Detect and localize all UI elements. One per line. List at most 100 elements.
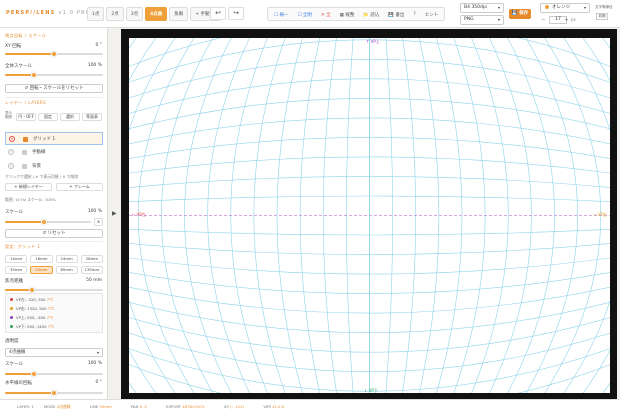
grid-line-vertical — [402, 38, 417, 393]
scale2-stepper[interactable]: ± — [94, 218, 103, 226]
decrement-button[interactable]: − — [540, 16, 547, 24]
layer-tool-button[interactable]: 円・OFF — [16, 113, 36, 121]
scale2-slider[interactable] — [5, 219, 91, 225]
focal-label: 焦点距離 — [5, 279, 23, 284]
mode-tab[interactable]: 1点 — [87, 7, 105, 21]
horizon-slider[interactable] — [5, 390, 103, 396]
save-button[interactable]: 💾 保存 — [509, 9, 531, 19]
frame-button[interactable]: + フレーム — [56, 183, 103, 191]
drawing-canvas[interactable]: ↑ VP上 ← VP左 → VP右 ↓ VP下 — [129, 38, 610, 393]
reset-button[interactable]: ↺ リセット — [5, 229, 103, 238]
status-pan: PAN 0, 0 — [130, 404, 147, 409]
scale-label: 全体スケール — [5, 64, 32, 69]
vp-right-label: → VP右 — [593, 212, 607, 217]
reset-rotate-button[interactable]: ↺ 回転・スケールをリセット — [5, 84, 103, 93]
layer-item[interactable]: ✕ グリッド 1 — [5, 132, 103, 145]
zoom-preset-button[interactable]: 14mm — [5, 255, 28, 263]
rotate-slider[interactable] — [5, 51, 103, 57]
status-export: EXPORT 4878×3472 — [166, 404, 205, 409]
mode-select[interactable]: 4点曲線 ▾ — [5, 348, 103, 357]
collapse-handle-icon[interactable]: ▶ — [112, 210, 117, 217]
toolbar-button[interactable]: 💾 書出 — [384, 8, 408, 20]
scale3-value: 100 % — [87, 361, 102, 366]
undo-button[interactable]: ↩ — [210, 7, 226, 20]
new-layer-button[interactable]: + 新規レイヤー — [5, 183, 52, 191]
layer-tool-button[interactable]: 選択 — [60, 113, 80, 121]
eye-icon[interactable]: ✕ — [8, 149, 14, 155]
toolbar-button[interactable]: ☐ 全明 — [293, 8, 315, 20]
chevron-down-icon: ▾ — [497, 17, 500, 22]
point-color-icon — [10, 298, 13, 301]
range-text: 範囲: 10 Hz スケール: 100% — [5, 197, 56, 202]
zoom-preset-button[interactable]: 18mm — [30, 255, 53, 263]
zoom-preset-button[interactable]: 28mm — [80, 255, 103, 263]
layer-name: 背景 — [32, 164, 41, 169]
status-xy: XY (-, 122) — [223, 404, 245, 409]
toolbar-button[interactable]: ? — [409, 8, 419, 20]
scale3-slider[interactable] — [5, 371, 103, 377]
status-line: LINE 50mm — [89, 404, 112, 409]
chevron-down-icon: ▾ — [583, 5, 586, 10]
zoom-presets: 14mm 18mm 24mm 28mm 35mm 50mm 85mm 135mm — [5, 255, 103, 274]
layer-item[interactable]: ✕ 背景 — [5, 160, 103, 173]
opacity-label: 透明度 — [5, 339, 19, 344]
layer-item[interactable]: ✕ 手動線 — [5, 146, 103, 159]
vanishing-point-item[interactable]: VP下: 500, 1400 7℃ — [10, 324, 54, 330]
grid-line-vertical — [138, 38, 195, 393]
focal-value: 50 mm — [86, 278, 102, 283]
vanishing-point-item[interactable]: VP左: -320, 500 7℃ — [10, 297, 53, 303]
section-layers-title: レイヤー / LAYERS — [5, 100, 47, 105]
layer-name: グリッド 1 — [33, 137, 56, 142]
toolbar-button[interactable]: 📁 読込 — [359, 8, 383, 20]
layer-tool-button[interactable]: 固定 — [38, 113, 58, 121]
size-label: 文字等線径 — [595, 5, 613, 9]
vp-top-label: ↑ VP上 — [366, 39, 380, 44]
rotate-label: XY 回転 — [5, 44, 22, 49]
scale2-value: 100 % — [87, 209, 102, 214]
app-logo: PERSP//LENS v1.0 PRO — [6, 10, 91, 16]
color-swatch-icon — [545, 5, 549, 9]
zoom-preset-button[interactable]: 135mm — [80, 266, 103, 274]
toolbar-button[interactable]: ☐ 線一 — [270, 8, 292, 20]
paper-size-select[interactable]: B4 350dpi ▾ — [460, 3, 504, 13]
section-grid-title: 設定: グリッド 1 — [5, 244, 41, 249]
zoom-preset-button[interactable]: 50mm — [30, 266, 53, 274]
redo-button[interactable]: ↪ — [228, 7, 244, 20]
mode-tab[interactable]: 魚眼 — [169, 7, 189, 21]
scale2-label: スケール — [5, 210, 23, 215]
point-color-icon — [10, 325, 13, 328]
format-select[interactable]: PNG ▾ — [460, 15, 504, 25]
layer-icon — [22, 150, 27, 155]
zoom-preset-button[interactable]: 35mm — [5, 266, 28, 274]
size-reset-button[interactable]: 初期 — [596, 13, 608, 20]
zoom-preset-button[interactable]: 85mm — [55, 266, 78, 274]
unit-label: px — [571, 17, 576, 22]
mode-tab[interactable]: 2点 — [106, 7, 124, 21]
vanishing-point-item[interactable]: VP上: 500, -400 7℃ — [10, 315, 53, 321]
zoom-preset-button[interactable]: 24mm — [55, 255, 78, 263]
scale-slider[interactable] — [5, 72, 103, 78]
mode-tab[interactable]: 4点曲 — [145, 7, 168, 21]
vanishing-point-item[interactable]: VP右: 1320, 500 7℃ — [10, 306, 54, 312]
focal-slider[interactable] — [5, 287, 103, 293]
mode-tab[interactable]: 3点 — [125, 7, 144, 21]
eye-icon[interactable]: ✕ — [8, 163, 14, 169]
section-view-title: 視点回転 / スケール — [5, 33, 47, 38]
layer-icon — [22, 164, 27, 169]
toolbar-button[interactable]: ヒント — [421, 8, 443, 20]
layer-tool-button[interactable]: 等面表 — [82, 113, 102, 121]
app-root: PERSP//LENS v1.0 PRO 1点 2点 3点 4点曲 魚眼 + 手動VP ↩ … — [0, 0, 620, 412]
increment-button[interactable]: + — [563, 16, 570, 24]
horizon-label: 水平線の回転 — [5, 381, 32, 386]
vp-left-label: ← VP左 — [132, 212, 146, 217]
eye-icon[interactable]: ✕ — [9, 136, 15, 142]
toolbar-button[interactable]: ▦ 縦整 — [336, 8, 359, 20]
vp-bottom-label: ↓ VP下 — [364, 388, 378, 393]
status-bar: LAYER: 1 MODE 4点曲線 LINE 50mm PAN 0, 0 EX… — [0, 399, 620, 412]
status-ver: VER v1.0.0 — [263, 404, 285, 409]
toolbar-button[interactable]: ✕ 全 — [317, 8, 335, 20]
layer-name: 手動線 — [32, 150, 46, 155]
scale-value: 100 % — [87, 63, 102, 68]
chevron-down-icon: ▾ — [96, 350, 99, 355]
layer-icon — [23, 137, 28, 142]
